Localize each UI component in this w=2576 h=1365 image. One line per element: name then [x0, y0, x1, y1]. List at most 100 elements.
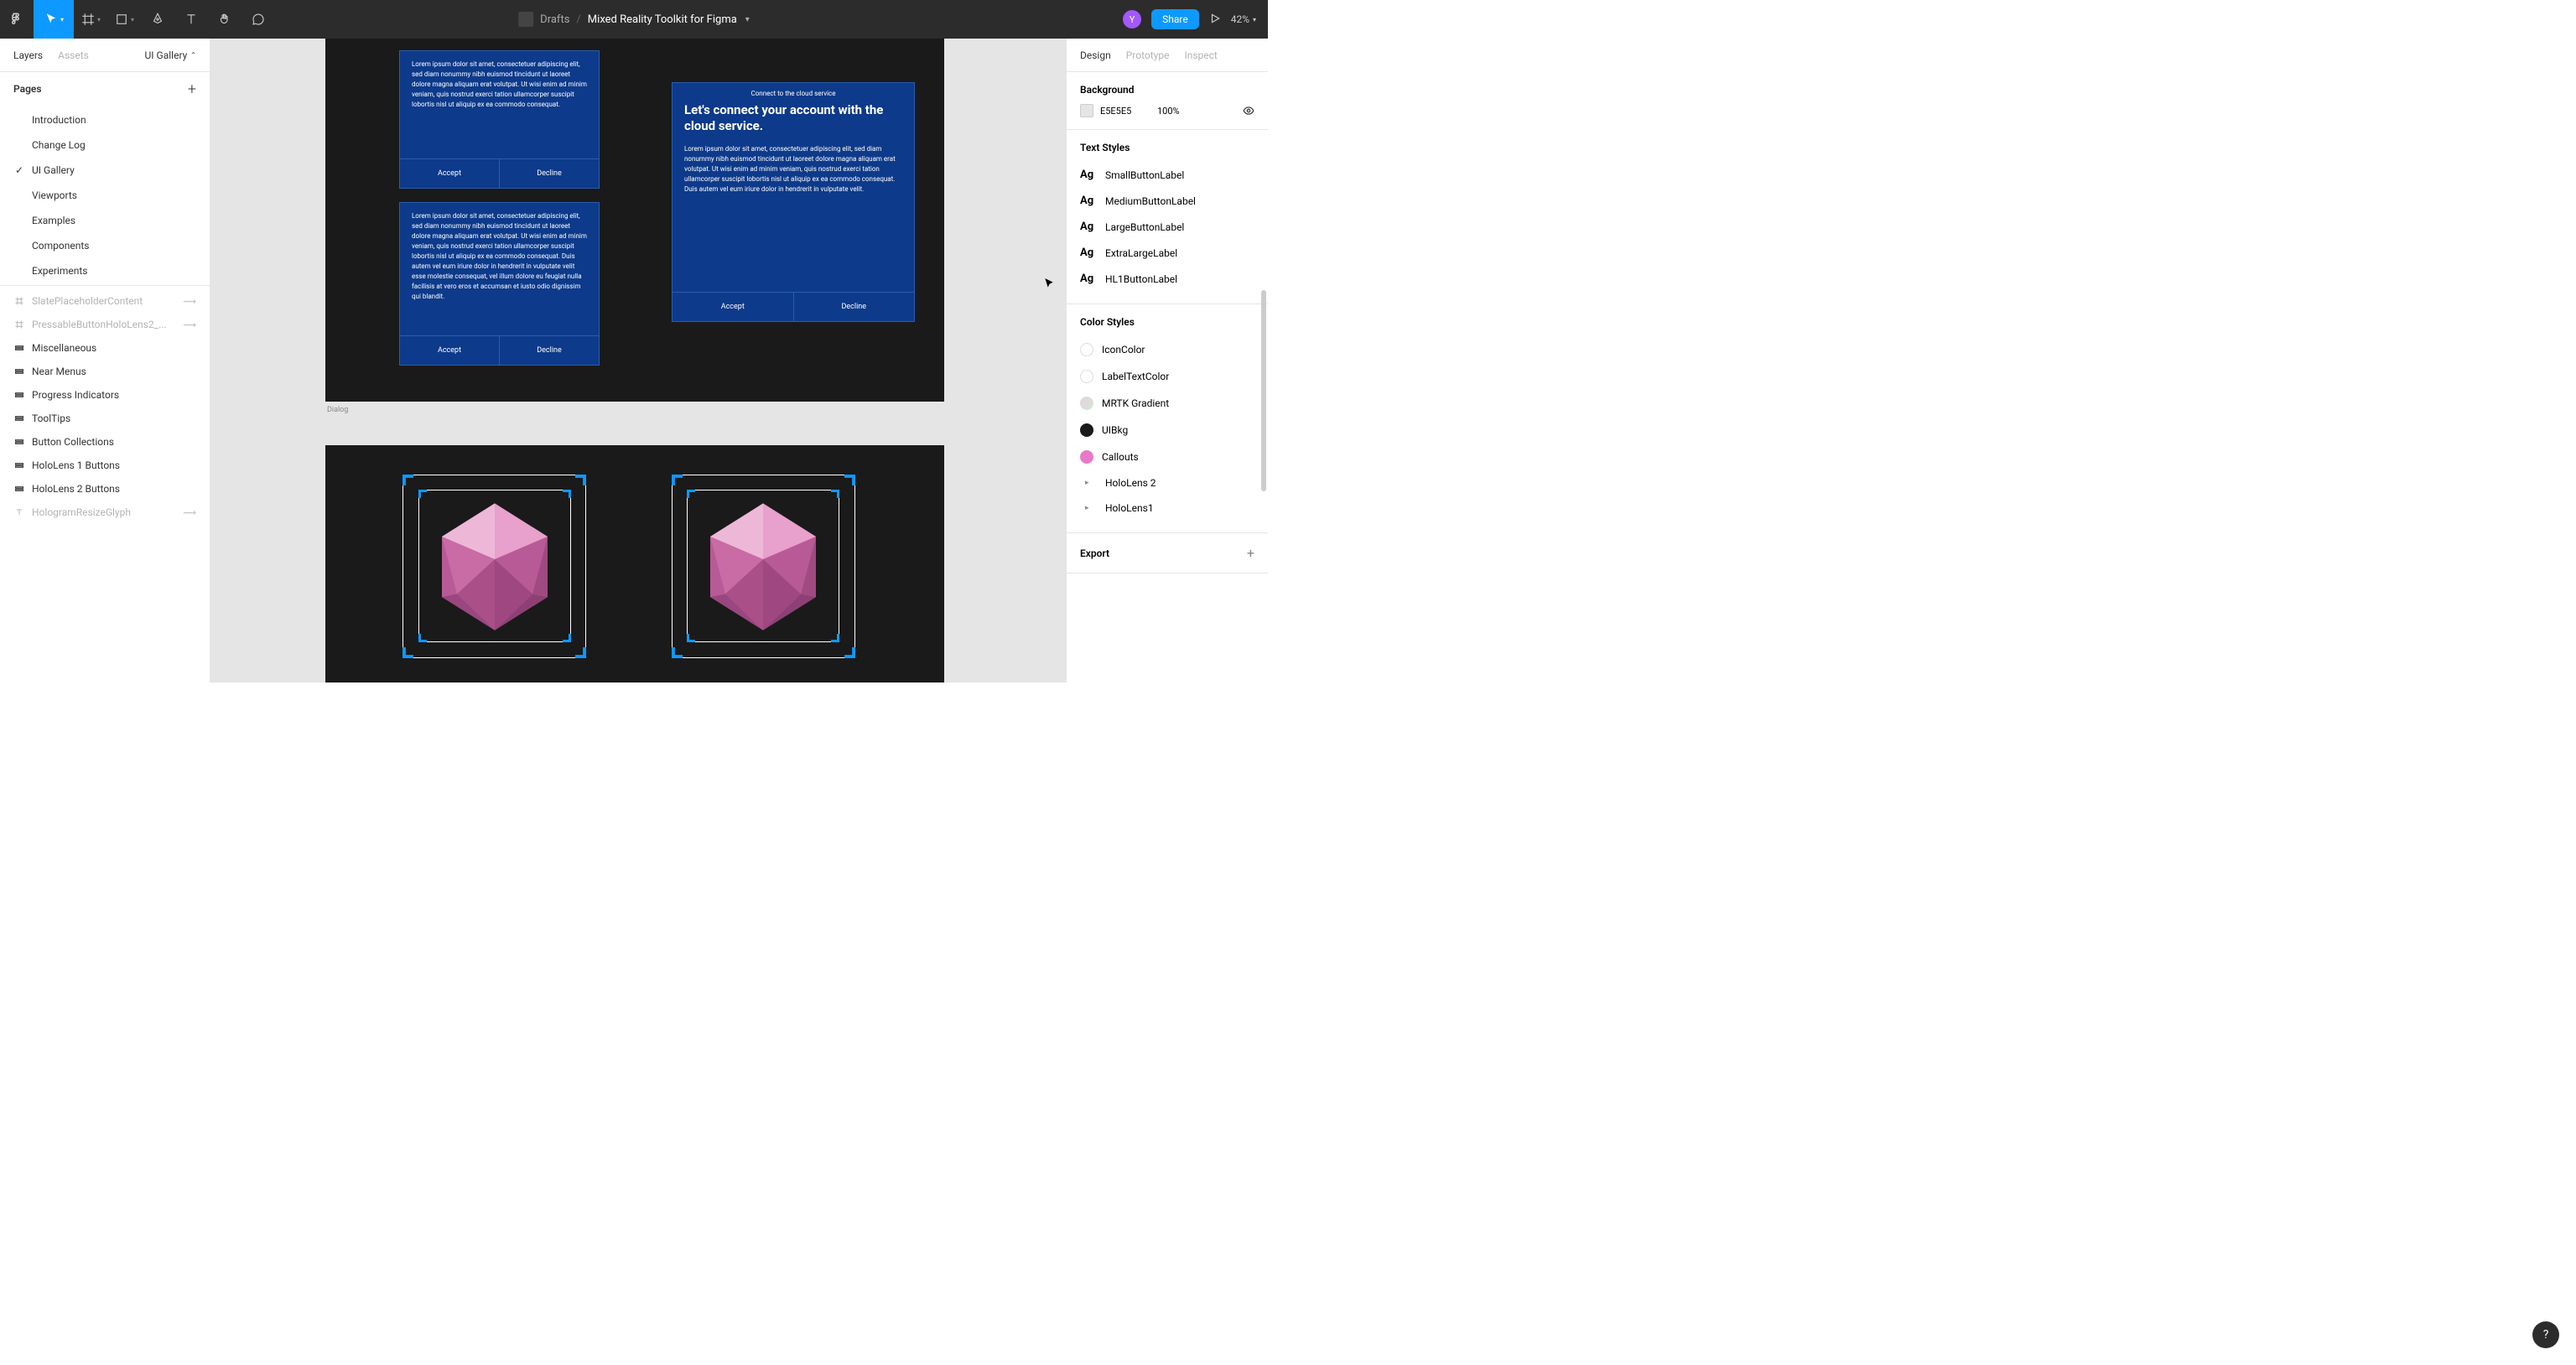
page-item[interactable]: Components [0, 233, 210, 258]
text-styles-heading: Text Styles [1080, 142, 1254, 153]
layer-item[interactable]: Near Menus [0, 360, 210, 383]
style-folder[interactable]: ▸HoloLens 2 [1080, 470, 1254, 496]
color-style-item[interactable]: Callouts [1080, 444, 1254, 470]
canvas[interactable]: Dialog Lorem ipsum dolor sit amet, conse… [210, 39, 1066, 682]
help-button[interactable]: ? [2532, 1321, 2559, 1348]
text-style-item[interactable]: AgMediumButtonLabel [1080, 188, 1254, 214]
shape-tool[interactable]: ▾ [107, 0, 141, 39]
cursor-icon [1042, 277, 1056, 290]
frame-icon [13, 295, 25, 307]
layer-item[interactable]: Progress Indicators [0, 383, 210, 407]
tab-design[interactable]: Design [1080, 49, 1111, 61]
chevron-down-icon[interactable]: ▾ [745, 15, 750, 24]
add-export-button[interactable]: + [1247, 545, 1254, 561]
move-tool[interactable]: ▾ [34, 0, 74, 39]
decline-button[interactable]: Decline [500, 159, 599, 188]
zoom-control[interactable]: 42%▾ [1231, 13, 1256, 25]
section-icon [13, 483, 25, 495]
color-style-item[interactable]: UIBkg [1080, 417, 1254, 444]
text-style-item[interactable]: AgSmallButtonLabel [1080, 162, 1254, 188]
tab-layers[interactable]: Layers [13, 49, 43, 61]
color-swatch-icon [1080, 397, 1093, 410]
text-style-item[interactable]: AgHL1ButtonLabel [1080, 266, 1254, 292]
export-heading: Export [1080, 548, 1109, 559]
background-heading: Background [1080, 84, 1254, 96]
layer-item[interactable]: Miscellaneous [0, 336, 210, 360]
color-style-item[interactable]: MRTK Gradient [1080, 390, 1254, 417]
breadcrumb[interactable]: Drafts / Mixed Reality Toolkit for Figma… [518, 12, 750, 27]
layer-item[interactable]: SlatePlaceholderContent⟿ [0, 289, 210, 313]
text-style-item[interactable]: AgExtraLargeLabel [1080, 240, 1254, 266]
bg-hex-value[interactable]: E5E5E5 [1100, 106, 1150, 117]
frame-label[interactable]: Dialog [327, 406, 348, 414]
decline-button[interactable]: Decline [500, 336, 599, 365]
page-selector[interactable]: UI Gallery⌃ [145, 49, 196, 61]
layer-list: SlatePlaceholderContent⟿PressableButtonH… [0, 286, 210, 682]
color-swatch-icon [1080, 423, 1093, 437]
page-item[interactable]: Experiments [0, 258, 210, 283]
pen-tool[interactable] [141, 0, 174, 39]
layer-item[interactable]: HoloLens 2 Buttons [0, 477, 210, 501]
scrollbar[interactable] [1261, 290, 1266, 491]
tab-prototype[interactable]: Prototype [1126, 49, 1170, 61]
frame-icon [13, 319, 25, 330]
text-icon [13, 506, 25, 518]
section-icon [13, 436, 25, 448]
tab-inspect[interactable]: Inspect [1184, 49, 1217, 61]
accept-button[interactable]: Accept [400, 159, 500, 188]
layer-item[interactable]: ToolTips [0, 407, 210, 430]
icosahedron-icon [419, 491, 570, 642]
color-swatch[interactable] [1080, 104, 1093, 117]
file-icon [518, 12, 533, 27]
chevron-right-icon: ▸ [1085, 479, 1093, 487]
link-icon: ⟿ [183, 319, 196, 330]
page-item[interactable]: Examples [0, 208, 210, 233]
color-swatch-icon [1080, 343, 1093, 356]
crumb-drafts[interactable]: Drafts [540, 13, 569, 26]
section-icon [13, 366, 25, 377]
avatar[interactable]: Y [1123, 10, 1141, 29]
layer-item[interactable]: HoloLens 1 Buttons [0, 454, 210, 477]
section-icon [13, 413, 25, 424]
hand-tool[interactable] [208, 0, 242, 39]
pages-header: Pages + [0, 72, 210, 106]
layer-item[interactable]: PressableButtonHoloLens2_...⟿ [0, 313, 210, 336]
bg-opacity-value[interactable]: 100% [1157, 106, 1182, 117]
color-style-item[interactable]: IconColor [1080, 336, 1254, 363]
present-button[interactable] [1209, 12, 1221, 28]
color-swatch-icon [1080, 450, 1093, 464]
dialog-small-1[interactable]: Lorem ipsum dolor sit amet, consectetuer… [399, 50, 600, 189]
text-style-item[interactable]: AgLargeButtonLabel [1080, 214, 1254, 240]
color-styles-heading: Color Styles [1080, 316, 1254, 328]
frame-tool[interactable]: ▾ [74, 0, 107, 39]
layer-item[interactable]: Button Collections [0, 430, 210, 454]
toolbar: ▾ ▾ ▾ Drafts / Mixed Reality Toolkit for… [0, 0, 1268, 39]
dialog-small-2[interactable]: Lorem ipsum dolor sit amet, consectetuer… [399, 202, 600, 366]
page-title[interactable]: Mixed Reality Toolkit for Figma [588, 13, 737, 26]
page-list: IntroductionChange LogUI GalleryViewport… [0, 106, 210, 286]
color-style-item[interactable]: LabelTextColor [1080, 363, 1254, 390]
figma-menu[interactable] [0, 0, 34, 39]
add-page-button[interactable]: + [188, 80, 196, 98]
accept-button[interactable]: Accept [673, 293, 794, 321]
chevron-right-icon: ▸ [1085, 504, 1093, 512]
page-item[interactable]: Viewports [0, 183, 210, 208]
decline-button[interactable]: Decline [794, 293, 915, 321]
comment-tool[interactable] [242, 0, 275, 39]
link-icon: ⟿ [183, 296, 196, 307]
page-item[interactable]: Introduction [0, 107, 210, 132]
page-item[interactable]: Change Log [0, 132, 210, 158]
dialog-large[interactable]: Connect to the cloud service Let's conne… [672, 82, 915, 322]
style-folder[interactable]: ▸HoloLens1 [1080, 496, 1254, 521]
section-icon [13, 389, 25, 401]
properties-panel: Design Prototype Inspect Background E5E5… [1066, 39, 1268, 682]
page-item[interactable]: UI Gallery [0, 158, 210, 183]
layer-item[interactable]: HologramResizeGlyph⟿ [0, 501, 210, 524]
icosahedron-icon [688, 491, 839, 642]
accept-button[interactable]: Accept [400, 336, 500, 365]
tab-assets[interactable]: Assets [58, 49, 89, 61]
text-tool[interactable] [174, 0, 208, 39]
visibility-toggle[interactable] [1243, 105, 1254, 117]
share-button[interactable]: Share [1151, 9, 1199, 29]
color-swatch-icon [1080, 370, 1093, 383]
